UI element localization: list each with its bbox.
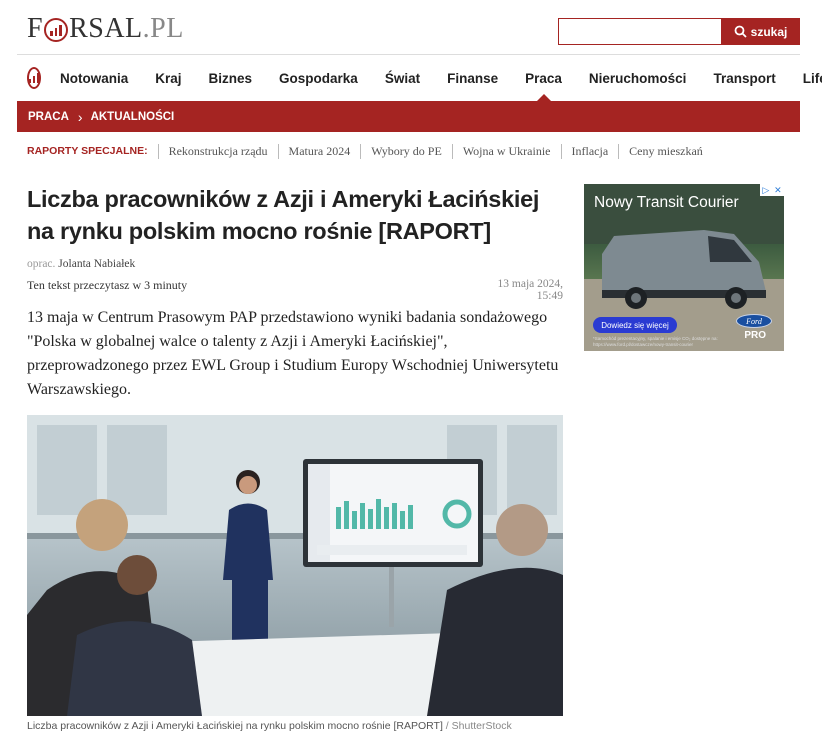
author-name[interactable]: Jolanta Nabiałek [58,258,135,270]
special-reports-label: RAPORTY SPECJALNE: [27,145,148,157]
publish-date: 13 maja 2024, 15:49 [497,278,563,302]
ad-cta-button[interactable]: Dowiedz się więcej [593,317,677,333]
nav-item-nieruchomosci[interactable]: Nieruchomości [589,55,687,101]
chevron-right-icon: › [77,108,83,125]
special-report-link[interactable]: Wybory do PE [360,143,452,159]
caption-source: / ShutterStock [442,720,512,732]
ford-logo: Ford [736,314,772,328]
nav-item-kraj[interactable]: Kraj [155,55,181,101]
article-lead: 13 maja w Centrum Prasowym PAP przedstaw… [27,309,559,398]
logo-letter-f: F [27,13,44,44]
search-icon [734,25,747,38]
special-reports-bar: RAPORTY SPECJALNE: Rekonstrukcja rządu M… [27,143,713,159]
article-photo [27,415,563,716]
special-report-link[interactable]: Rekonstrukcja rządu [157,143,278,159]
caption-text: Liczba pracowników z Azji i Ameryki Łaci… [27,720,443,732]
ad-play-icon: ▷ [762,184,770,195]
nav-list: Notowania Kraj Biznes Gospodarka Świat F… [60,55,822,101]
breadcrumb-sub[interactable]: AKTUALNOŚCI [91,111,175,123]
read-time: Ten tekst przeczytasz w 3 minuty [27,278,188,292]
nav-item-finanse[interactable]: Finanse [447,55,498,101]
ad-headline: Nowy Transit Courier [594,194,739,211]
breadcrumb-section[interactable]: PRACA [28,111,69,123]
special-report-link[interactable]: Wojna w Ukrainie [451,143,561,159]
nav-item-notowania[interactable]: Notowania [60,55,128,101]
nav-item-praca[interactable]: Praca [525,55,562,101]
author-prefix: oprac. [27,258,56,270]
ad-pro-label: PRO [744,330,766,341]
logo-text: RSAL [69,13,143,44]
photo-caption: Liczba pracowników z Azji i Ameryki Łaci… [27,720,512,732]
search-button[interactable]: szukaj [721,18,800,45]
nav-item-biznes[interactable]: Biznes [209,55,253,101]
article-title: Liczba pracowników z Azji i Ameryki Łaci… [27,186,540,244]
ad-close-icon[interactable]: ✕ [774,185,782,196]
special-report-link[interactable]: Inflacja [560,143,619,159]
logo-tld: .PL [142,13,184,44]
special-report-link[interactable]: Ceny mieszkań [618,143,713,159]
special-report-link[interactable]: Matura 2024 [277,143,361,159]
main-nav: Notowania Kraj Biznes Gospodarka Świat F… [17,55,822,101]
nav-item-transport[interactable]: Transport [713,55,775,101]
ad-fine-print: *Samochód prezentacyjny, spalanie i emis… [593,336,718,347]
search-form: szukaj [558,18,800,45]
breadcrumb: PRACA › AKTUALNOŚCI [17,101,800,132]
article-author: oprac. Jolanta Nabiałek [27,258,135,270]
nav-item-lifestyle[interactable]: Lifestyle [803,55,822,101]
nav-item-gospodarka[interactable]: Gospodarka [279,55,358,101]
logo-chart-icon [44,18,69,42]
site-logo[interactable]: F RSAL .PL [27,13,184,45]
nav-item-swiat[interactable]: Świat [385,55,420,101]
meeting-room-image [27,415,563,716]
ad-choices-icon[interactable]: ▷ ✕ [760,184,784,196]
ad-banner[interactable]: ▷ ✕ Nowy Transit Courier Dowiedz się więc… [584,184,784,351]
home-chart-icon[interactable] [27,67,41,89]
search-button-label: szukaj [750,24,788,39]
search-input[interactable] [558,18,721,45]
